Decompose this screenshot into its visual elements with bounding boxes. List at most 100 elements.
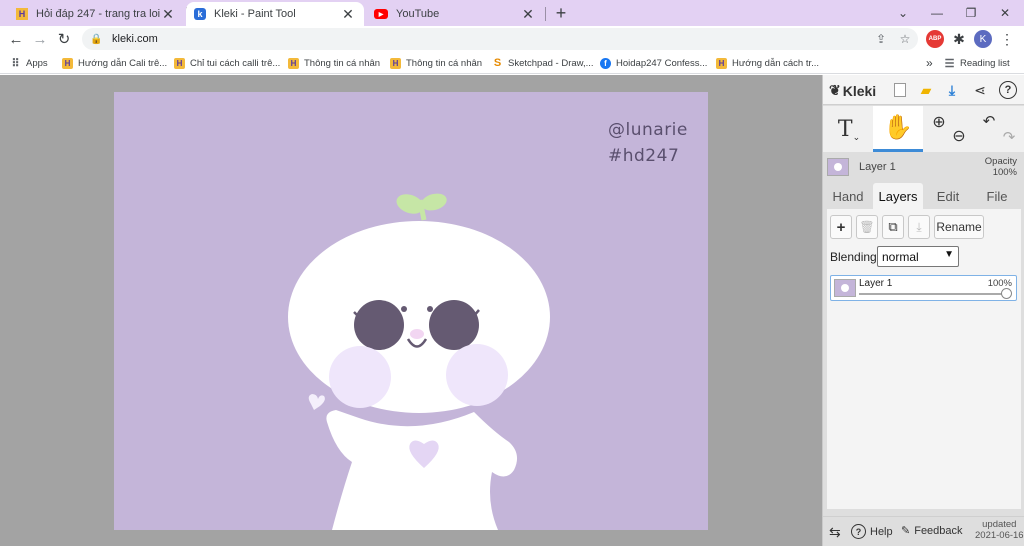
back-icon[interactable]: ← xyxy=(6,29,26,49)
menu-kebab-icon[interactable]: ⋮ xyxy=(998,30,1016,48)
updated-date: 2021-06-16 xyxy=(975,530,1024,541)
undo-icon[interactable]: ↶ xyxy=(979,106,999,152)
reading-list-icon: ☰ xyxy=(944,57,955,70)
layer-thumbnail xyxy=(827,158,849,176)
bookmark-item[interactable]: S Sketchpad - Draw,... xyxy=(492,55,594,71)
glasses-left-lens xyxy=(354,300,404,350)
bookmark-label: Thông tin cá nhân xyxy=(304,57,381,69)
layer-name: Layer 1 xyxy=(859,278,893,289)
body-shape xyxy=(326,410,518,530)
help-link[interactable]: ? Help xyxy=(851,524,893,539)
duplicate-layer-icon[interactable]: ⧉ xyxy=(882,215,904,239)
bookmark-item[interactable]: H Chỉ tui cách calli trê... xyxy=(174,55,280,71)
profile-avatar[interactable]: K xyxy=(974,30,992,48)
kleki-logo[interactable]: ❦ Kleki xyxy=(829,82,876,99)
kleki-icon: k xyxy=(194,8,206,20)
blending-value: normal xyxy=(882,249,919,264)
reload-icon[interactable]: ↻ xyxy=(54,29,74,49)
adblock-icon[interactable]: ABP xyxy=(926,30,944,48)
help-icon[interactable]: ? xyxy=(999,81,1017,99)
tab-search-icon[interactable]: ⌄ xyxy=(886,0,920,26)
text-tool-icon[interactable]: T ⌄ xyxy=(827,106,871,152)
reading-list-button[interactable]: ☰ Reading list xyxy=(944,55,1010,71)
bookmark-item[interactable]: H Thông tin cá nhân xyxy=(288,55,380,71)
hoidap-icon: H xyxy=(390,57,401,69)
tab-kleki[interactable]: k Kleki - Paint Tool ✕ xyxy=(186,2,364,26)
restore-icon[interactable]: ❐ xyxy=(954,0,988,26)
layer-opacity-slider-handle[interactable] xyxy=(1001,288,1012,299)
extensions-icon[interactable]: ✱ xyxy=(950,30,968,48)
window-close-icon[interactable]: ✕ xyxy=(988,0,1022,26)
tab-title: Hỏi đáp 247 - trang tra loi xyxy=(36,8,160,20)
bookmark-label: Hướng dẫn cách tr... xyxy=(732,57,820,69)
bookmark-item[interactable]: f Hoidap247 Confess... xyxy=(600,55,707,71)
heart-small xyxy=(308,394,325,410)
add-layer-button[interactable]: + xyxy=(830,215,852,239)
bookmarks-bar: ⠿ Apps H Hướng dẫn Cali trê... H Chỉ tui… xyxy=(0,52,1024,74)
delete-layer-icon[interactable]: 🗑 xyxy=(856,215,878,239)
glasses-bridge-right xyxy=(427,306,433,312)
nose xyxy=(410,329,424,339)
canvas-stage[interactable]: @lunarie #hd247 xyxy=(0,75,822,546)
new-tab-button[interactable]: + xyxy=(550,3,572,23)
forward-icon[interactable]: → xyxy=(30,29,50,49)
hoidap-icon: H xyxy=(288,57,299,69)
bookmark-label: Chỉ tui cách calli trê... xyxy=(190,57,281,69)
updated-info[interactable]: updated 2021-06-16 xyxy=(975,519,1024,541)
tab-hoidap[interactable]: H Hỏi đáp 247 - trang tra loi ✕ xyxy=(8,2,184,26)
layers-panel: + 🗑 ⧉ ⤓ Rename Blending normal ▼ Layer 1… xyxy=(827,209,1021,509)
hoidap-icon: H xyxy=(62,57,73,69)
download-icon[interactable]: ⤓ xyxy=(943,81,961,99)
bookmark-item[interactable]: H Thông tin cá nhân xyxy=(390,55,482,71)
bookmarks-overflow-button[interactable]: » xyxy=(926,55,933,71)
layer-list-item[interactable]: Layer 1 100% xyxy=(830,275,1017,301)
opacity-readout: Opacity 100% xyxy=(985,156,1017,178)
tab-layers[interactable]: Layers xyxy=(873,183,923,209)
tab-title: Kleki - Paint Tool xyxy=(214,8,296,20)
apps-grid-icon: ⠿ xyxy=(11,57,20,70)
close-icon[interactable]: ✕ xyxy=(340,6,356,22)
tab-divider xyxy=(545,7,546,21)
share-icon[interactable]: ⋖ xyxy=(971,81,989,99)
merge-down-icon[interactable]: ⤓ xyxy=(908,215,930,239)
url-text: kleki.com xyxy=(112,33,158,45)
chevron-down-icon: ▼ xyxy=(944,249,954,260)
hand-tool-icon[interactable]: ✋ xyxy=(873,106,923,152)
tab-hand[interactable]: Hand xyxy=(827,183,869,209)
address-bar[interactable]: 🔒 kleki.com xyxy=(82,28,918,50)
layer-thumbnail xyxy=(834,279,856,297)
swap-sides-icon[interactable]: ⇆ xyxy=(829,524,841,541)
open-folder-icon[interactable]: ▰ xyxy=(917,81,935,99)
tab-edit[interactable]: Edit xyxy=(927,183,969,209)
drawing-canvas[interactable]: @lunarie #hd247 xyxy=(114,92,708,530)
panel-header: ❦ Kleki ▰ ⤓ ⋖ ? xyxy=(823,75,1024,105)
hoidap-icon: H xyxy=(16,8,28,20)
hoidap-icon: H xyxy=(716,57,727,69)
zoom-out-icon[interactable]: ⊖ xyxy=(947,106,971,152)
tool-row: T ⌄ ✋ ⊕ ⊖ ↶ ↷ xyxy=(823,106,1024,152)
blending-select[interactable]: normal ▼ xyxy=(877,246,959,267)
panel-tabs: Hand Layers Edit File xyxy=(823,183,1024,209)
tab-file[interactable]: File xyxy=(973,183,1021,209)
bookmark-label: Apps xyxy=(26,57,48,69)
brand-name: Kleki xyxy=(842,82,877,99)
feedback-label: Feedback xyxy=(914,524,963,537)
browser-toolbar: ← → ↻ 🔒 kleki.com ⇪ ☆ ABP ✱ K ⋮ xyxy=(0,26,1024,52)
rename-layer-button[interactable]: Rename xyxy=(934,215,984,239)
bookmark-item[interactable]: H Hướng dẫn cách tr... xyxy=(716,55,819,71)
close-icon[interactable]: ✕ xyxy=(520,6,536,22)
bookmark-apps[interactable]: ⠿ Apps xyxy=(10,55,48,71)
minimize-icon[interactable]: — xyxy=(920,0,954,26)
layer-opacity-slider-track[interactable] xyxy=(859,293,1009,295)
close-icon[interactable]: ✕ xyxy=(160,6,176,22)
bookmark-label: Hướng dẫn Cali trê... xyxy=(78,57,168,69)
share-icon[interactable]: ⇪ xyxy=(872,30,890,48)
redo-icon[interactable]: ↷ xyxy=(999,106,1019,152)
new-image-icon[interactable] xyxy=(891,81,909,99)
cheek-right xyxy=(446,344,508,406)
lock-icon: 🔒 xyxy=(90,33,103,45)
bookmark-star-icon[interactable]: ☆ xyxy=(896,30,914,48)
bookmark-item[interactable]: H Hướng dẫn Cali trê... xyxy=(62,55,167,71)
feedback-link[interactable]: ✎ Feedback xyxy=(901,524,963,538)
tab-youtube[interactable]: ▶ YouTube ✕ xyxy=(366,2,544,26)
